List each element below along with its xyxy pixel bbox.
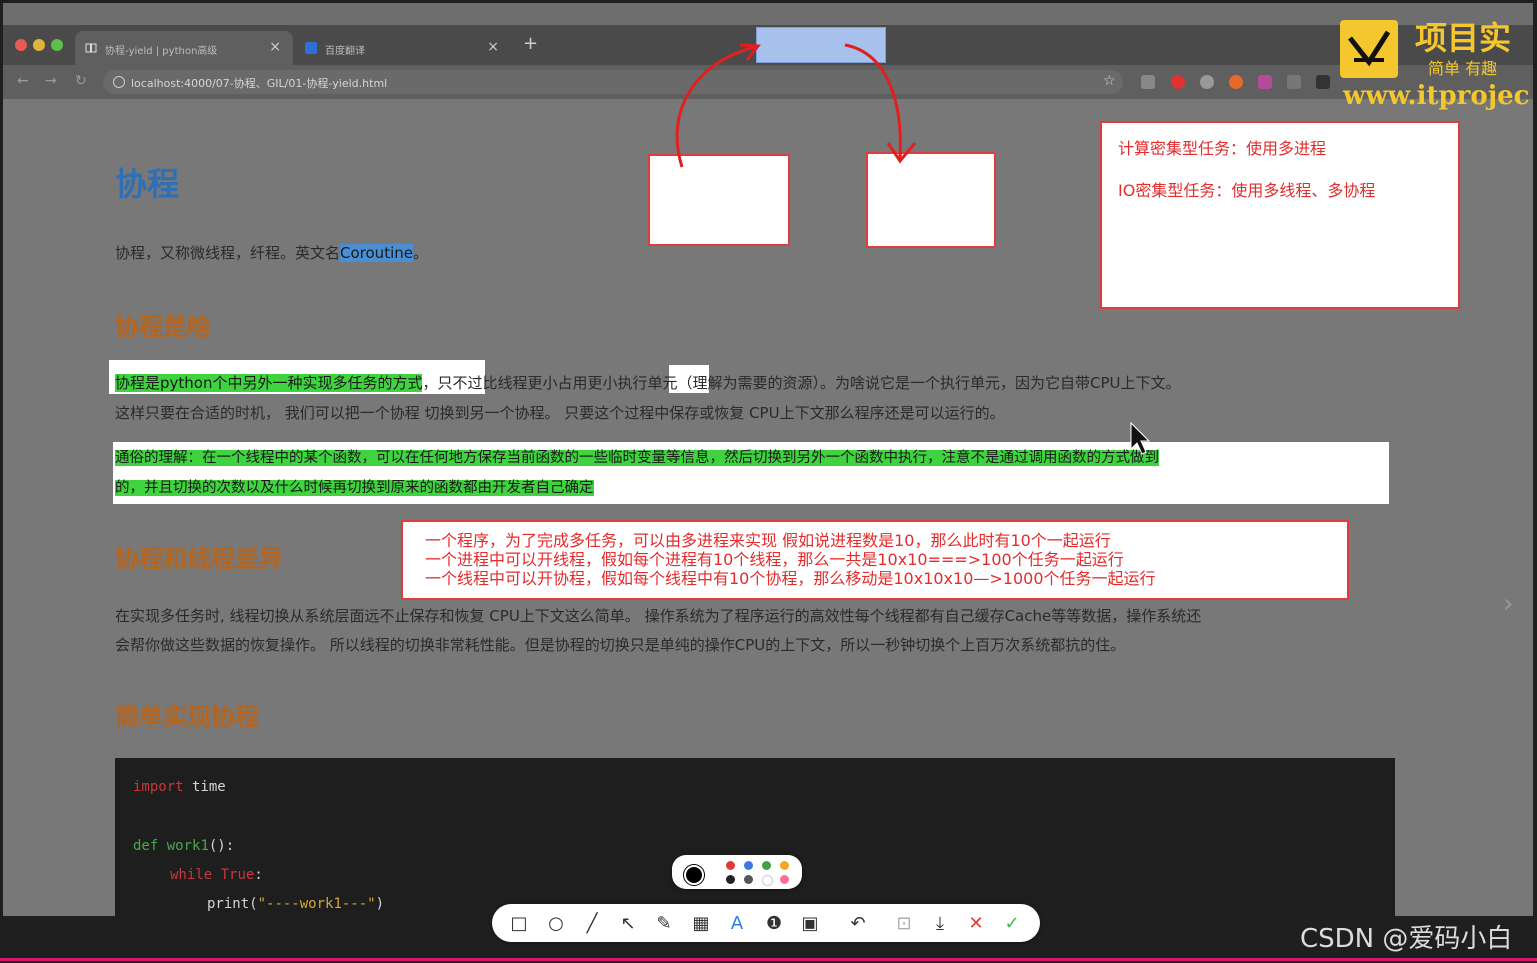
ellipse-tool-icon[interactable]: ○ bbox=[544, 911, 568, 935]
logo-icon bbox=[1348, 30, 1391, 67]
annotation-toolbar: □ ○ ╱ ↖ ✎ ▦ A ❶ ▣ ↶ ⊡ ⤓ ✕ ✓ bbox=[492, 904, 1040, 942]
color-swatch-selected[interactable] bbox=[684, 865, 704, 885]
undo-icon[interactable]: ↶ bbox=[846, 911, 870, 935]
bottom-border bbox=[0, 958, 1537, 961]
color-swatch[interactable] bbox=[744, 875, 753, 884]
watermark-url: www.itprojec bbox=[1343, 81, 1530, 111]
mosaic-tool-icon[interactable]: ▦ bbox=[689, 911, 713, 935]
color-swatch[interactable] bbox=[726, 875, 735, 884]
arrow-tool-icon[interactable]: ↖ bbox=[616, 911, 640, 935]
line-tool-icon[interactable]: ╱ bbox=[580, 911, 604, 935]
watermark-text: 项目实 bbox=[1415, 19, 1512, 57]
highlight-tool-icon[interactable]: ▣ bbox=[798, 911, 822, 935]
color-swatch[interactable] bbox=[762, 875, 773, 886]
color-swatch[interactable] bbox=[762, 861, 771, 870]
arrow-up bbox=[675, 45, 756, 168]
color-palette bbox=[672, 855, 802, 889]
watermark-logo bbox=[1340, 20, 1398, 78]
rectangle-tool-icon[interactable]: □ bbox=[507, 911, 531, 935]
arrow-down bbox=[844, 43, 902, 160]
arrow-annotations bbox=[675, 43, 1151, 455]
number-tool-icon[interactable]: ❶ bbox=[762, 911, 786, 935]
pen-tool-icon[interactable]: ✎ bbox=[652, 911, 676, 935]
color-swatch[interactable] bbox=[726, 861, 735, 870]
download-icon[interactable]: ⤓ bbox=[928, 911, 952, 935]
cancel-icon[interactable]: ✕ bbox=[964, 911, 988, 935]
csdn-watermark: CSDN @爱码小白 bbox=[1300, 924, 1513, 954]
pin-icon[interactable]: ⊡ bbox=[892, 911, 916, 935]
mouse-cursor-icon bbox=[1130, 421, 1151, 455]
color-swatch[interactable] bbox=[780, 875, 789, 884]
browser-window: 协程-yield | python高级 × 百度翻译 × + ← → ↻ loc… bbox=[3, 3, 1533, 916]
color-swatch[interactable] bbox=[780, 861, 789, 870]
watermark-text: 简单 有趣 bbox=[1428, 59, 1498, 78]
screen-frame: 协程-yield | python高级 × 百度翻译 × + ← → ↻ loc… bbox=[0, 0, 1537, 963]
text-tool-icon[interactable]: A bbox=[725, 911, 749, 935]
confirm-icon[interactable]: ✓ bbox=[1000, 911, 1024, 935]
color-swatch[interactable] bbox=[744, 861, 753, 870]
